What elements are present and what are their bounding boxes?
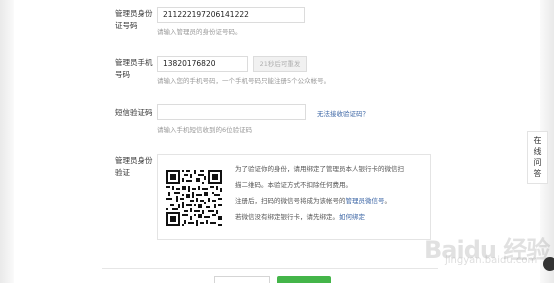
secondary-button[interactable] [214,276,270,283]
phone-label-line1: 管理员手机 [115,58,153,67]
admin-wechat-link[interactable]: 管理员微信号 [346,197,385,205]
phone-label-line2: 号码 [115,70,130,79]
id-number-input[interactable]: 211222197206141222 [157,7,305,23]
phone-label: 管理员手机 号码 [115,57,153,81]
left-shadow [0,0,14,283]
verify-text-line3-prefix: 注册后，扫码的微信号将成为该帐号的 [235,197,346,205]
online-qa-char-1: 在 [533,136,542,145]
verify-text-line4: 若微信没有绑定银行卡，请先绑定。如何绑定 [235,211,365,221]
online-qa-char-4: 答 [533,169,542,178]
id-number-label: 管理员身份 证号码 [115,8,153,32]
cannot-receive-code-link[interactable]: 无法接收验证码？ [317,108,369,118]
id-number-label-line1: 管理员身份 [115,9,153,18]
wechat-qr-code[interactable] [166,170,222,226]
identity-verify-label-line1: 管理员身份 [115,156,153,165]
verify-text-line3: 注册后，扫码的微信号将成为该帐号的管理员微信号。 [235,195,391,205]
sms-code-label: 短信验证码 [115,108,153,117]
id-number-label-line2: 证号码 [115,21,138,30]
verify-text-line2: 描二维码。本验证方式不扣除任何费用。 [235,181,352,189]
verify-text-line1: 为了验证你的身份，请用绑定了管理员本人银行卡的微信扫 [235,165,404,173]
page: 管理员身份 证号码 211222197206141222 请输入管理员的身份证号… [0,0,554,283]
baidu-watermark-url: jingyan.baidu.com [445,255,538,266]
identity-verify-box: 为了验证你的身份，请用绑定了管理员本人银行卡的微信扫 描二维码。本验证方式不扣除… [157,154,431,240]
sms-code-input[interactable] [157,104,306,120]
phone-input[interactable]: 13820176820 [157,56,248,72]
phone-hint: 请输入您的手机号码，一个手机号码只能注册5个公众帐号。 [157,77,331,85]
online-qa-char-3: 问 [533,158,542,167]
online-qa-char-2: 线 [533,147,542,156]
verify-text-line3-suffix: 。 [384,197,392,205]
resend-code-button[interactable]: 21秒后可重发 [253,56,307,72]
how-to-bind-link[interactable]: 如何绑定 [339,213,365,221]
scroll-top-icon[interactable] [543,257,554,271]
verify-text-line4-prefix: 若微信没有绑定银行卡，请先绑定。 [235,213,339,221]
identity-verify-label: 管理员身份 验证 [115,155,153,179]
form-divider [102,268,438,269]
id-number-hint: 请输入管理员的身份证号码。 [157,28,242,36]
identity-verify-label-line2: 验证 [115,168,130,177]
sms-code-hint: 请输入手机短信收到的6位验证码 [157,126,253,134]
primary-button[interactable] [277,276,331,283]
online-qa-tab[interactable]: 在 线 问 答 [527,131,548,184]
